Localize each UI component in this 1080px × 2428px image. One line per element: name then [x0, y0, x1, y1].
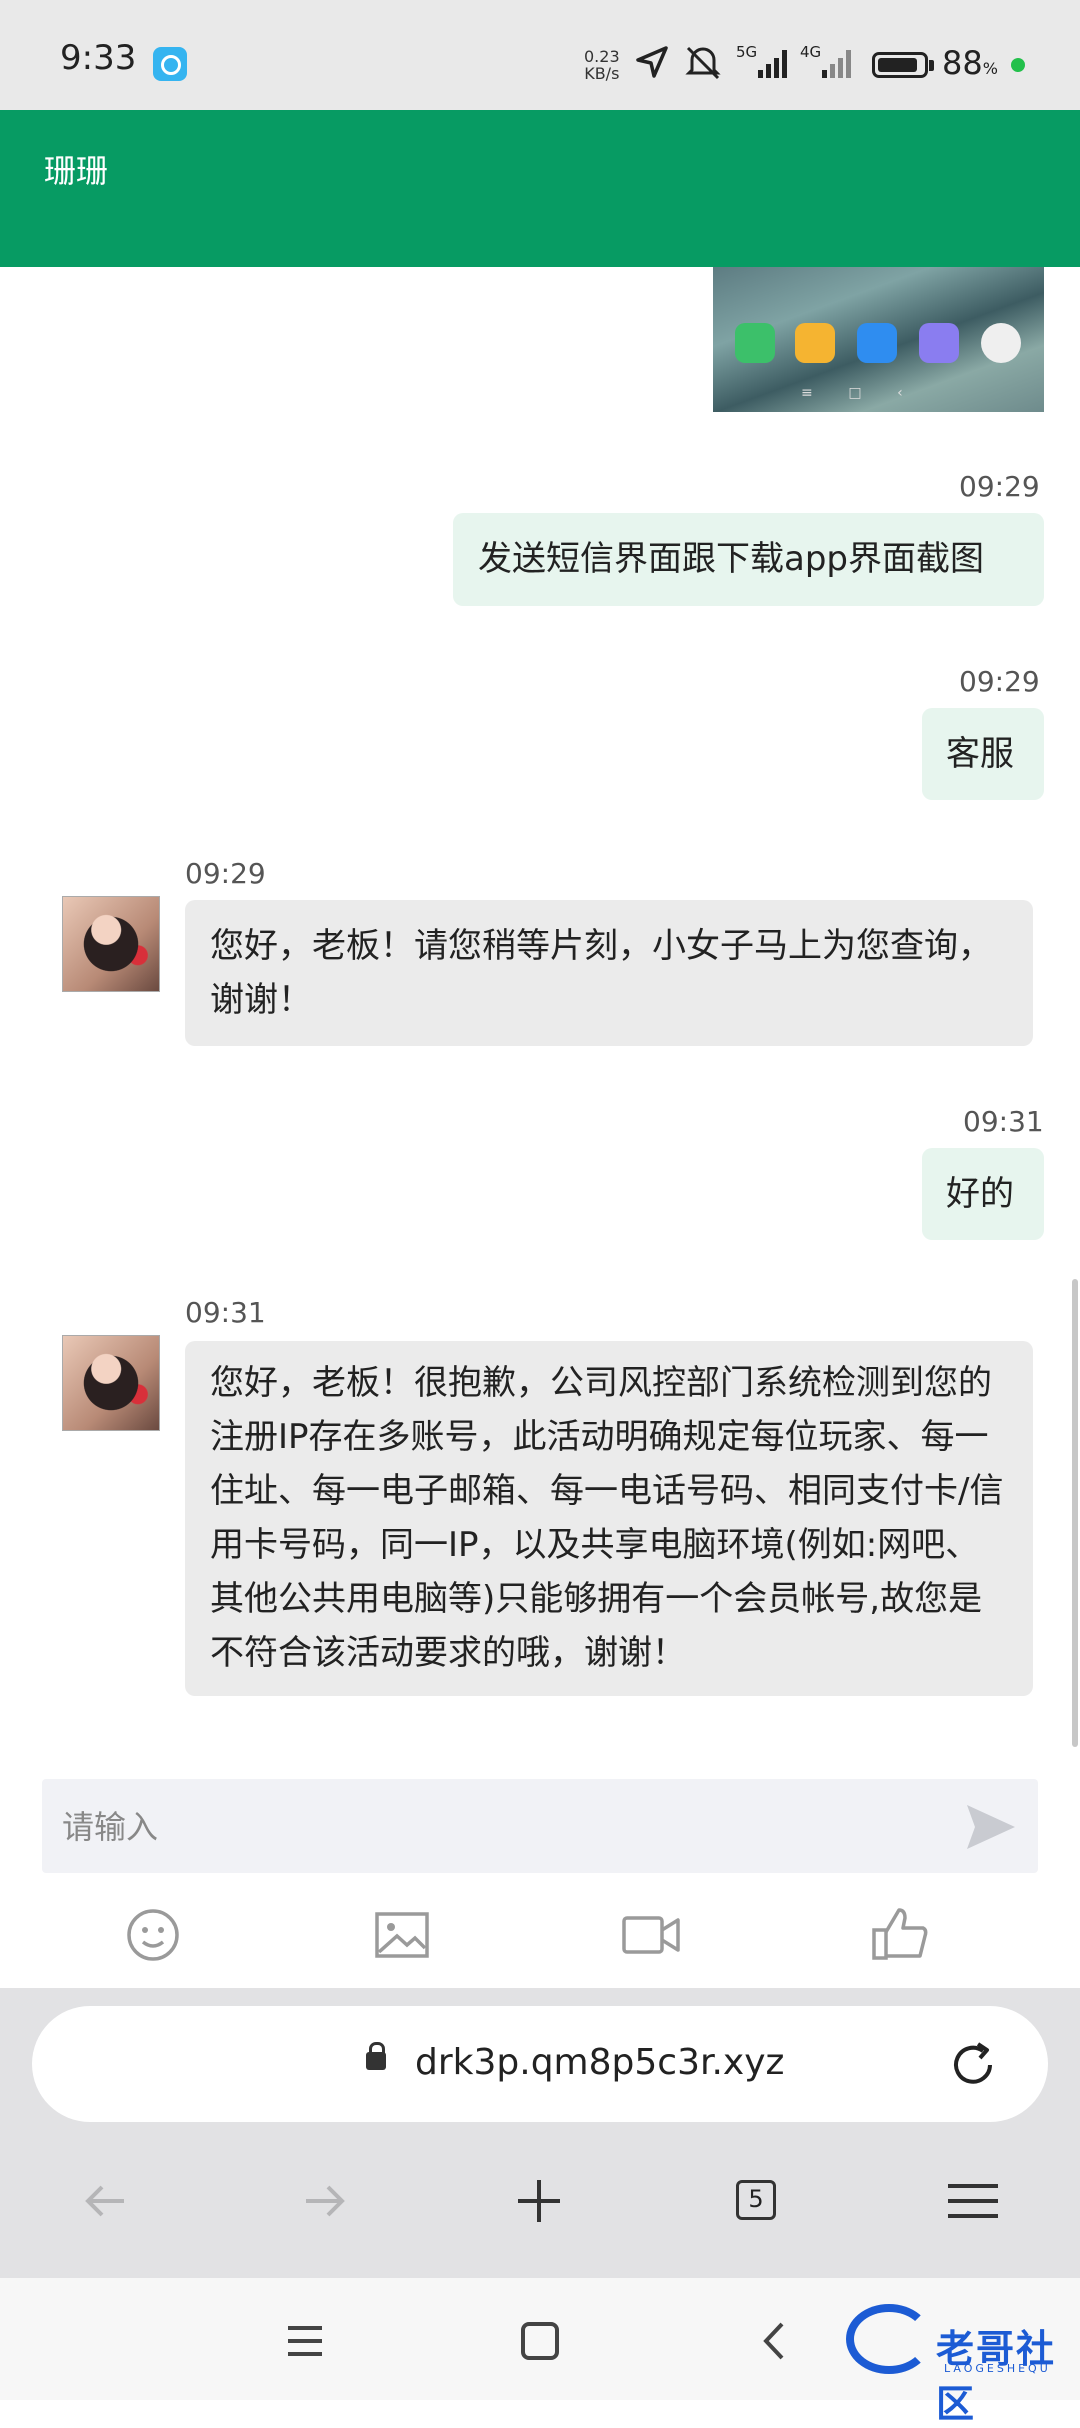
menu-icon[interactable] [940, 2168, 1006, 2234]
new-tab-icon[interactable] [506, 2168, 572, 2234]
address-bar[interactable]: drk3p.qm8p5c3r.xyz [32, 2006, 1048, 2122]
system-navigation-bar: 老哥社区 LAOGESHEQU [0, 2278, 1080, 2426]
watermark-subtext: LAOGESHEQU [944, 2362, 1051, 2375]
battery-tip [929, 60, 934, 71]
preview-nav-icons: ≡ □ ‹ [801, 385, 903, 401]
message-time: 09:29 [185, 857, 266, 890]
message-time: 09:31 [185, 1296, 266, 1329]
signal-4g-label: 4G [800, 43, 822, 61]
home-icon[interactable] [515, 2316, 565, 2366]
back-icon[interactable] [74, 2168, 140, 2234]
image-icon[interactable] [367, 1900, 437, 1970]
network-speed-unit: KB/s [584, 64, 620, 83]
network-speed-value: 0.23 [584, 47, 620, 66]
emoji-icon[interactable] [118, 1900, 188, 1970]
browser-bottom-bar: drk3p.qm8p5c3r.xyz 5 [0, 1988, 1080, 2278]
messages-app-icon [857, 323, 897, 363]
send-icon[interactable] [963, 1799, 1019, 1855]
message-input[interactable] [60, 1779, 964, 1875]
privacy-indicator-dot [1011, 58, 1025, 72]
status-bar: 9:33 0.23 KB/s 5G 4G 88% [0, 0, 1080, 110]
app-notification-icon [153, 47, 187, 81]
camera-app-icon [981, 323, 1021, 363]
signal-5g-bars-icon [758, 50, 787, 78]
chat-header: 珊珊 [0, 110, 1080, 267]
reload-icon[interactable] [946, 2038, 1000, 2092]
chat-scrollbar[interactable] [1072, 1279, 1078, 1747]
notes-app-icon [795, 323, 835, 363]
gallery-app-icon [919, 323, 959, 363]
network-speed: 0.23 KB/s [584, 48, 620, 82]
signal-5g-label: 5G [736, 43, 758, 61]
contact-name: 珊珊 [44, 152, 109, 190]
image-message[interactable]: ≡ □ ‹ [713, 267, 1044, 412]
outgoing-message-bubble[interactable]: 好的 [922, 1148, 1044, 1240]
recent-apps-icon[interactable] [280, 2316, 330, 2366]
watermark-swoosh [846, 2304, 932, 2374]
watermark-logo: 老哥社区 LAOGESHEQU [840, 2296, 1070, 2426]
outgoing-message-bubble[interactable]: 客服 [922, 708, 1044, 800]
battery-percent: 88% [942, 44, 998, 82]
avatar[interactable] [62, 896, 160, 992]
back-nav-icon[interactable] [750, 2316, 800, 2366]
mute-bell-icon [685, 46, 721, 80]
chat-toolbar [0, 1880, 1080, 1990]
chat-message-list[interactable]: ≡ □ ‹ 09:29 发送短信界面跟下载app界面截图 09:29 客服 09… [0, 267, 1080, 1772]
status-time: 9:33 [60, 38, 137, 78]
phone-app-icon [735, 323, 775, 363]
message-input-container[interactable] [42, 1779, 1038, 1875]
tab-count: 5 [736, 2180, 776, 2220]
incoming-message-bubble[interactable]: 您好，老板！很抱歉，公司风控部门系统检测到您的注册IP存在多账号，此活动明确规定… [185, 1341, 1033, 1696]
message-time: 09:29 [959, 470, 1040, 503]
forward-icon[interactable] [290, 2168, 356, 2234]
incoming-message-bubble[interactable]: 您好，老板！请您稍等片刻，小女子马上为您查询，谢谢！ [185, 900, 1033, 1046]
battery-percent-unit: % [982, 59, 998, 78]
url-text[interactable]: drk3p.qm8p5c3r.xyz [415, 2042, 784, 2083]
video-icon[interactable] [616, 1900, 686, 1970]
message-time: 09:29 [959, 665, 1040, 698]
message-time: 09:31 [963, 1105, 1044, 1138]
tabs-button[interactable]: 5 [722, 2168, 788, 2234]
thumbs-up-icon[interactable] [865, 1900, 935, 1970]
outgoing-message-bubble[interactable]: 发送短信界面跟下载app界面截图 [453, 513, 1044, 606]
location-arrow-icon [636, 46, 668, 78]
avatar[interactable] [62, 1335, 160, 1431]
lock-icon [366, 2042, 386, 2070]
battery-percent-value: 88 [942, 44, 983, 82]
battery-fill [878, 58, 917, 72]
signal-4g-bars-icon [822, 50, 851, 78]
battery-icon [872, 52, 928, 78]
